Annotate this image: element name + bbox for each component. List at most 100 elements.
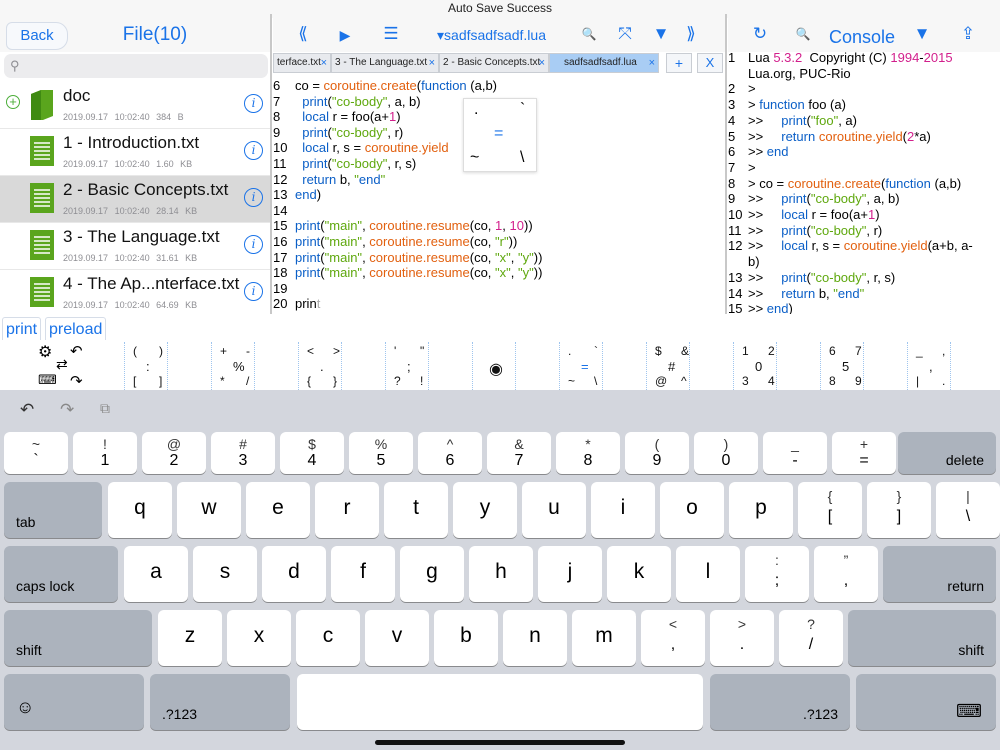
close-tab-icon[interactable]: × (321, 54, 327, 72)
fullscreen-icon[interactable]: ⤧ (613, 24, 637, 44)
numbers-key-left[interactable]: .?123 (150, 674, 290, 730)
search-icon[interactable]: 🔍 (791, 27, 815, 41)
settings-icon[interactable]: ⚙ (38, 342, 52, 362)
key[interactable]: ^ 6 (418, 432, 482, 474)
code-line[interactable]: 17 print("main", coroutine.resume(co, "x"… (273, 250, 725, 266)
key[interactable]: z (158, 610, 222, 666)
refresh-icon[interactable]: ↻ (748, 24, 772, 44)
add-tab-button[interactable]: + (666, 53, 692, 73)
key[interactable]: #3 (211, 432, 275, 474)
expand-folder-icon[interactable]: + (6, 95, 20, 109)
paste-icon[interactable]: ⧉ (100, 400, 110, 417)
delete-key[interactable]: delete (898, 432, 996, 474)
key[interactable]: ! 1 (73, 432, 137, 474)
symbol-key[interactable]: 6 758 9 (820, 342, 864, 390)
key[interactable]: u (522, 482, 586, 538)
code-line[interactable]: 20 print (273, 296, 725, 312)
key[interactable]: <, (641, 610, 705, 666)
symbol-key[interactable]: $ & # @ ^ (646, 342, 690, 390)
key[interactable]: c (296, 610, 360, 666)
symbol-key[interactable]: 1 203 4 (733, 342, 777, 390)
tab-basic-concepts[interactable]: 2 - Basic Concepts.txt × (439, 53, 549, 73)
numbers-key-right[interactable]: .?123 (710, 674, 850, 730)
key[interactable]: b (434, 610, 498, 666)
file-row-the-api[interactable]: 4 - The Ap...nterface.txt 2019.09.17 10:… (0, 270, 270, 314)
previous-icon[interactable]: ⟪ (291, 24, 315, 44)
key[interactable]: k (607, 546, 671, 602)
undo-icon[interactable]: ↶ (70, 342, 83, 360)
key[interactable]: l (676, 546, 740, 602)
key[interactable]: f (331, 546, 395, 602)
symbol-key[interactable]: ◉ (472, 342, 516, 390)
filename-dropdown[interactable]: ▾sadfsadfsadf.lua (437, 27, 546, 44)
shift-key-left[interactable]: shift (4, 610, 152, 666)
key[interactable]: j (538, 546, 602, 602)
key[interactable]: ~ ` (4, 432, 68, 474)
key[interactable]: | \ (936, 482, 1000, 538)
close-tab-icon[interactable]: × (649, 54, 655, 72)
file-search-input[interactable] (26, 56, 256, 76)
info-icon[interactable]: i (244, 282, 263, 301)
tab-sadfsadfsadf-lua[interactable]: sadfsadfsadf.lua × (549, 53, 659, 73)
key[interactable]: h (469, 546, 533, 602)
key[interactable]: o (660, 482, 724, 538)
key[interactable]: r (315, 482, 379, 538)
popup-key[interactable]: . (474, 101, 478, 119)
console-output[interactable]: 1 Lua 5.3.2 Copyright (C) 1994-2015 Lua.or… (728, 50, 1000, 314)
code-line[interactable]: 13 end) (273, 187, 725, 203)
panel-divider[interactable] (270, 14, 272, 314)
key[interactable]: v (365, 610, 429, 666)
key[interactable]: a (124, 546, 188, 602)
keyboard-icon[interactable]: ⌨ (38, 372, 57, 388)
key[interactable]: {[ (798, 482, 862, 538)
key[interactable]: :; (745, 546, 809, 602)
code-line[interactable]: 18 print("main", coroutine.resume(co, "x"… (273, 265, 725, 281)
key[interactable]: g (400, 546, 464, 602)
code-line[interactable]: 19 (273, 281, 725, 297)
key[interactable]: + = (832, 432, 896, 474)
undo-icon[interactable]: ↶ (20, 400, 34, 420)
caps-lock-key[interactable]: caps lock (4, 546, 118, 602)
key[interactable]: ) 0 (694, 432, 758, 474)
key[interactable]: i (591, 482, 655, 538)
key[interactable]: n (503, 610, 567, 666)
chevron-down-icon[interactable]: ▼ (910, 24, 934, 44)
search-icon[interactable]: 🔍 (577, 27, 601, 41)
tab-the-language[interactable]: 3 - The Language.txt × (331, 53, 439, 73)
key[interactable]: m (572, 610, 636, 666)
popup-key[interactable]: ` (520, 101, 525, 119)
key[interactable]: p (729, 482, 793, 538)
key[interactable]: @2 (142, 432, 206, 474)
file-row-introduction[interactable]: 1 - Introduction.txt 2019.09.17 10:02:40… (0, 129, 270, 176)
outline-icon[interactable]: ☰ (379, 24, 403, 44)
file-row-basic-concepts[interactable]: 2 - Basic Concepts.txt 2019.09.17 10:02:… (0, 176, 270, 223)
key[interactable]: w (177, 482, 241, 538)
key[interactable]: _ - (763, 432, 827, 474)
key[interactable]: (9 (625, 432, 689, 474)
key[interactable]: % 5 (349, 432, 413, 474)
emoji-key[interactable]: ☺ (4, 674, 144, 730)
key[interactable]: * 8 (556, 432, 620, 474)
chevron-down-icon[interactable]: ▼ (649, 24, 673, 44)
popup-key[interactable]: = (494, 125, 503, 143)
swap-icon[interactable]: ⇄ (56, 356, 68, 373)
code-line[interactable]: 14 (273, 203, 725, 219)
shift-key-right[interactable]: shift (848, 610, 996, 666)
code-line[interactable]: 15 print("main", coroutine.resume(co, 1, … (273, 218, 725, 234)
panel-divider[interactable] (725, 14, 727, 314)
symbol-key[interactable]: < >. {} (298, 342, 342, 390)
back-button[interactable]: Back (6, 22, 68, 50)
popup-key[interactable]: \ (520, 149, 524, 167)
code-line[interactable]: 16 print("main", coroutine.resume(co, "r"… (273, 234, 725, 250)
hide-keyboard-key[interactable]: ⌨ (856, 674, 996, 730)
run-icon[interactable]: ▶ (333, 27, 357, 44)
tab-api[interactable]: terface.txt × (273, 53, 331, 73)
key[interactable]: e (246, 482, 310, 538)
file-row-doc[interactable]: + doc 2019.09.17 10:02:40 384 B i (0, 82, 270, 129)
redo-icon[interactable]: ↷ (60, 400, 74, 420)
close-tab-icon[interactable]: × (429, 54, 435, 72)
key[interactable]: $4 (280, 432, 344, 474)
key[interactable]: >. (710, 610, 774, 666)
symbol-key[interactable]: ' ";?! (385, 342, 429, 390)
key[interactable]: q (108, 482, 172, 538)
